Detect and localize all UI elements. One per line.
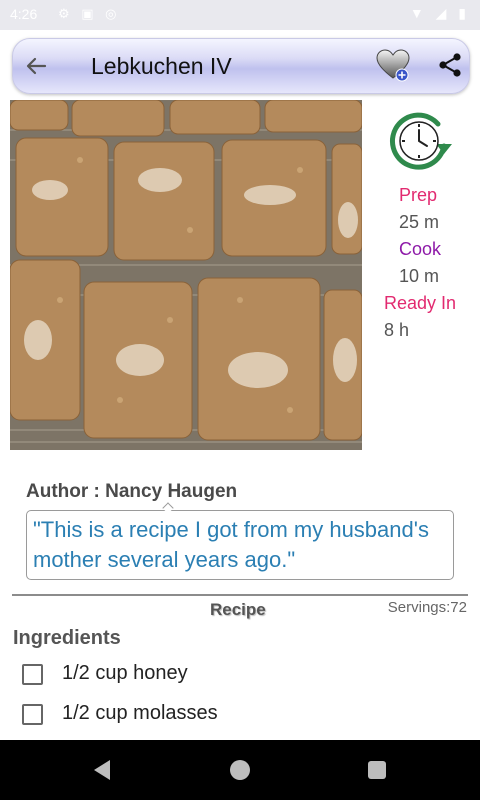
nav-recents-icon[interactable] (368, 761, 386, 779)
cook-label: Cook (399, 239, 442, 259)
ingredient-checkbox[interactable] (22, 704, 43, 725)
ingredient-text: 1/2 cup molasses (62, 702, 218, 724)
nav-back-icon[interactable] (92, 759, 112, 781)
cook-value: 10 m (399, 266, 440, 286)
author-name: Author : Nancy Haugen (26, 481, 238, 502)
heart-add-icon[interactable] (375, 47, 411, 83)
nav-home-icon[interactable] (230, 760, 250, 780)
page-title: Lebkuchen IV (91, 53, 232, 79)
recipe-times: Prep 25 m Cook 10 m Ready In 8 h (366, 182, 480, 344)
ingredient-item[interactable]: 1/2 cup honey (22, 662, 462, 686)
prep-value: 25 m (399, 212, 440, 232)
recipe-description: "This is a recipe I got from my husband'… (26, 510, 454, 580)
recipe-photo (10, 100, 362, 450)
ingredients-heading: Ingredients (13, 627, 121, 649)
status-notification-icons: ⚙ ▣ ◎ (58, 6, 121, 21)
status-bar: 4:26 ⚙ ▣ ◎ ▼ ◢ ▮ (0, 0, 480, 30)
share-icon[interactable] (436, 51, 464, 79)
recipe-section-label: Recipe (210, 600, 266, 619)
ready-in-label: Ready In (384, 293, 457, 313)
prep-label: Prep (399, 185, 438, 205)
arrow-left-icon[interactable] (21, 51, 51, 81)
clock-refresh-icon (389, 112, 452, 170)
app-toolbar: Lebkuchen IV (12, 38, 470, 94)
system-navigation-bar (0, 740, 480, 800)
ready-in-value: 8 h (384, 320, 410, 340)
ingredient-text: 1/2 cup honey (62, 662, 188, 684)
section-divider (12, 594, 468, 596)
ingredient-item[interactable]: 1/2 cup molasses (22, 702, 462, 726)
cookie-rack-image (10, 100, 362, 450)
servings-count: Servings:72 (387, 599, 467, 616)
ingredient-checkbox[interactable] (22, 664, 43, 685)
status-system-icons: ▼ ◢ ▮ (409, 5, 470, 21)
status-time: 4:26 (10, 6, 38, 22)
